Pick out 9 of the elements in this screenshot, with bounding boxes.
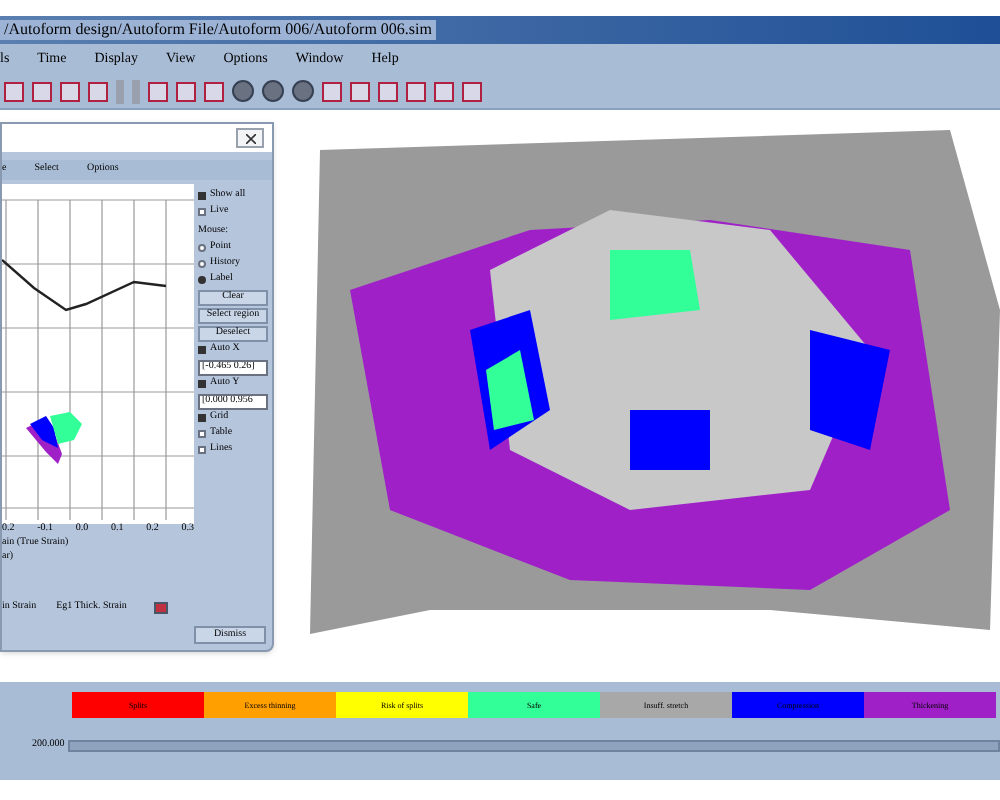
- strain-point-cloud: [26, 412, 82, 464]
- close-button[interactable]: [236, 128, 264, 148]
- window-title: /Autoform design/Autoform File/Autoform 006/Autoform 006.sim: [0, 20, 436, 40]
- toolbar-icon[interactable]: [292, 80, 314, 102]
- time-slider[interactable]: [68, 739, 1000, 752]
- toolbar-icon[interactable]: [232, 80, 254, 102]
- toolbar-icon[interactable]: [262, 80, 284, 102]
- close-icon: [245, 133, 255, 143]
- print-icon[interactable]: [154, 601, 169, 614]
